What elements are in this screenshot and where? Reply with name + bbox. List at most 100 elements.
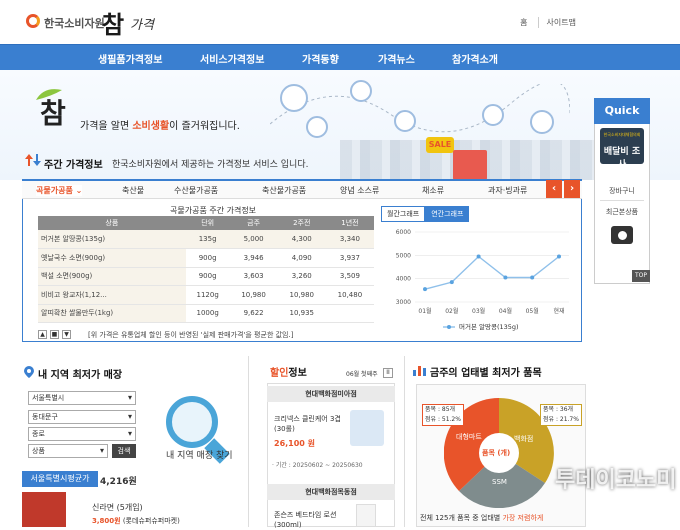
nav-service-price[interactable]: 서비스가격정보 (200, 51, 264, 66)
table-pager: ▲ ■ ▼ (38, 330, 71, 339)
tab-vegetable[interactable]: 채소류 (422, 185, 444, 196)
price-note: [위 가격은 유통업체 할인 등이 반영된 '실제 판매가격'을 평균한 값임.… (88, 331, 294, 339)
bar-chart-icon (413, 366, 426, 376)
col-two-weeks: 2주전 (277, 216, 326, 230)
discount-store-2[interactable]: 현대백화점목동점 (267, 484, 395, 500)
x-tick-label: 01월 (418, 307, 431, 315)
column-divider (404, 356, 405, 527)
tab-grain[interactable]: 곡물가공품 ⌄ (36, 185, 83, 196)
lotion-product-image[interactable] (356, 504, 376, 527)
district-select[interactable]: 동대문구 (28, 410, 136, 424)
tab-yearly-graph[interactable]: 연간그래프 (425, 206, 470, 222)
pie-label-ssm: SSM (492, 478, 507, 486)
table-row[interactable]: 백설 소면(900g) 900g 3,603 3,260 3,509 (38, 267, 374, 286)
col-product: 상품 (38, 216, 186, 230)
y-tick-label: 3000 (396, 299, 411, 306)
tab-next-button[interactable]: › (564, 180, 580, 198)
cell[interactable]: 비비고 왕교자(1,12... (38, 285, 186, 305)
store-search-caption[interactable]: 내 지역 매장 찾기 (166, 448, 233, 461)
dong-select[interactable]: 종로 (28, 427, 136, 441)
tab-snack[interactable]: 과자·빙과류 (488, 185, 527, 196)
store-search-icon[interactable] (166, 396, 218, 448)
pager-up-button[interactable]: ▲ (38, 330, 47, 339)
site-logo-main[interactable]: 참 (102, 5, 124, 40)
cell[interactable]: 옛날국수 소면(900g) (38, 248, 186, 268)
cell: 10,980 (229, 285, 278, 305)
cell: 3,946 (229, 248, 278, 268)
regional-average-label: 서울특별시평균가 (22, 471, 98, 487)
data-point[interactable] (503, 275, 508, 280)
tab-prev-button[interactable]: ‹ (546, 180, 562, 198)
cell: 9,622 (229, 304, 278, 323)
cell[interactable]: 백설 소면(900g) (38, 267, 186, 286)
nav-price-news[interactable]: 가격뉴스 (378, 51, 415, 66)
discount-title: 할인정보 (270, 368, 307, 379)
table-row[interactable]: 머거본 알땅콩(135g) 135g 5,000 4,300 3,340 (38, 230, 374, 249)
cell[interactable]: 알띠확찬 쌀물만두(1kg) (38, 304, 186, 323)
discount-product-2[interactable]: 존슨즈 베드타임 로션 (300ml) (274, 510, 354, 530)
cell[interactable]: 머거본 알땅콩(135g) (38, 230, 186, 249)
discount-product[interactable]: 크리넥스 클린케어 3겹 (30롤) (274, 414, 346, 434)
category-tabs: 곡물가공품 ⌄ 축산물 수산물가공품 축산물가공품 양념 소스류 채소류 과자·… (22, 179, 582, 199)
pager-stop-button[interactable]: ■ (50, 330, 59, 339)
tab-monthly-graph[interactable]: 월간그래프 (381, 206, 426, 222)
cell: 3,260 (277, 267, 326, 286)
sitemap-link[interactable]: 사이트맵 (537, 17, 576, 28)
tab-livestock[interactable]: 축산물 (122, 185, 144, 196)
search-button[interactable]: 검색 (112, 444, 136, 458)
ramen-product-image[interactable] (22, 492, 66, 527)
table-row[interactable]: 옛날국수 소면(900g) 900g 3,946 4,090 3,937 (38, 248, 374, 268)
banner-slogan: 가격을 알면 소비생활이 즐거워집니다. (80, 121, 240, 132)
data-point[interactable] (423, 287, 427, 292)
price-line-chart: 3000 4000 5000 6000 01월 02월 03월 04월 05월 현재머거본 알땅콩… (396, 229, 569, 331)
table-row[interactable]: 알띠확찬 쌀물만두(1kg) 1000g 9,622 10,935 (38, 304, 374, 323)
recent-items-link[interactable]: 최근본상품 (594, 207, 650, 217)
pause-button[interactable]: II (383, 368, 393, 378)
cart-icon (350, 80, 372, 102)
pager-down-button[interactable]: ▼ (62, 330, 71, 339)
col-unit: 단위 (185, 216, 230, 230)
y-tick-label: 6000 (396, 229, 411, 236)
delivery-survey-org: 한국소비자대체협의회 (603, 132, 641, 137)
industry-lowest-title: 금주의 업태별 최저가 품목 (430, 368, 542, 379)
org-logo-icon[interactable] (26, 14, 40, 28)
data-point[interactable] (449, 280, 454, 285)
x-tick-label: 02월 (445, 307, 458, 315)
data-point[interactable] (530, 275, 535, 280)
legend-label: 머거본 알땅콩(135g) (459, 322, 519, 331)
table-row[interactable]: 비비고 왕교자(1,12... 1120g 10,980 10,980 10,480 (38, 285, 374, 305)
pie-label-hypermarket: 대형마트 (456, 433, 482, 441)
cell: 10,935 (277, 304, 326, 323)
data-point[interactable] (476, 254, 481, 259)
org-name[interactable]: 한국소비자원 (44, 15, 105, 31)
item-price-line: 3,800원 (롯데슈퍼슈퍼마켓) (92, 516, 180, 526)
local-lowest-title: 내 지역 최저가 매장 (38, 370, 123, 381)
cart-link[interactable]: 장바구니 (594, 186, 650, 196)
shopping-cart-icon (530, 110, 554, 134)
piggy-bank-icon (306, 116, 328, 138)
discount-store[interactable]: 현대백화점미아점 (267, 386, 395, 402)
delivery-survey-banner[interactable]: 한국소비자대체협의회 배달비 조사 (600, 128, 644, 170)
callout-hypermarket: 품목 : 85개 점유 : 51.2% (422, 404, 464, 426)
product-select[interactable]: 상품 (28, 444, 108, 458)
tab-sauce[interactable]: 양념 소스류 (340, 185, 379, 196)
nav-about[interactable]: 참가격소개 (452, 51, 498, 66)
tab-meat-processed[interactable]: 축산물가공품 (262, 185, 306, 196)
graph-tabs: 월간그래프 연간그래프 (381, 206, 470, 222)
site-logo-sub[interactable]: 가격 (130, 14, 154, 33)
home-link[interactable]: 홈 (520, 17, 527, 28)
region-select[interactable]: 서울특별시 (28, 391, 136, 405)
cell: 4,300 (277, 230, 326, 249)
nav-daily-goods[interactable]: 생필품가격정보 (98, 51, 162, 66)
cell: 10,480 (325, 285, 374, 305)
tissue-product-image[interactable] (350, 410, 384, 446)
industry-note: 전체 125개 품목 중 업태별 가장 저렴하게 (420, 514, 544, 522)
cell: 900g (185, 267, 230, 286)
top-button[interactable]: TOP (632, 270, 650, 282)
nav-price-trend[interactable]: 가격동향 (302, 51, 339, 66)
tab-seafood[interactable]: 수산물가공품 (174, 185, 218, 196)
discount-week: 06월 첫째주 (346, 371, 378, 378)
item-name[interactable]: 신라면 (5개입) (92, 502, 143, 513)
data-point[interactable] (557, 254, 561, 259)
discount-price: 26,100 원 (274, 439, 316, 448)
